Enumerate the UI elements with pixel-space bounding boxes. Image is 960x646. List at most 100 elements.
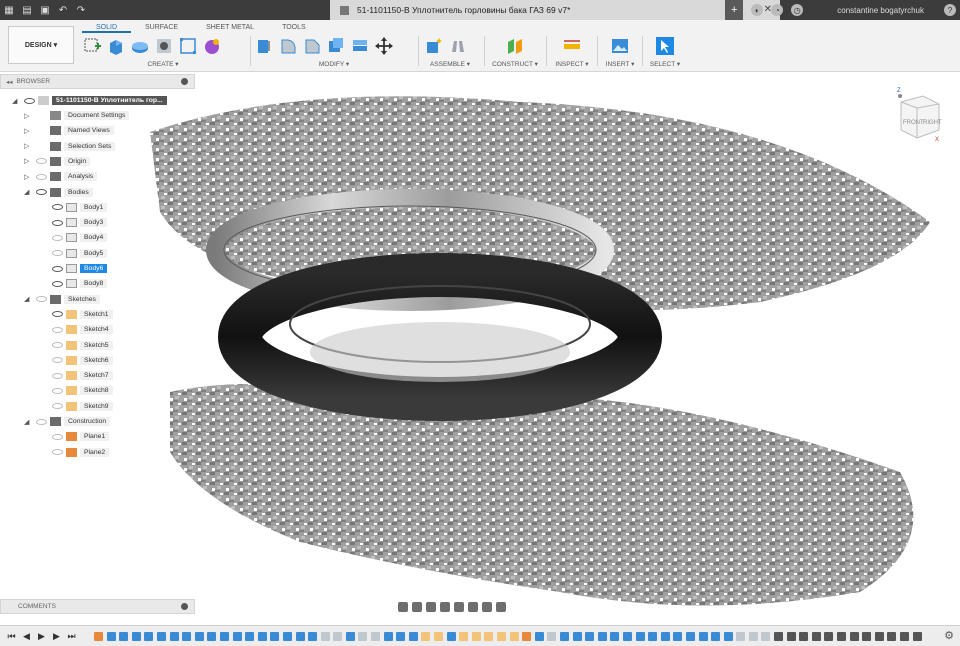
tree-item-label[interactable]: Sketch8 xyxy=(80,386,113,396)
expand-arrow-icon[interactable]: ◢ xyxy=(24,295,33,303)
inspect-label[interactable]: INSPECT ▾ xyxy=(552,60,592,68)
visibility-eye-icon[interactable] xyxy=(52,449,63,456)
timeline-feature-icon[interactable] xyxy=(497,632,506,641)
timeline-feature-icon[interactable] xyxy=(660,632,670,641)
tree-item-label[interactable]: Sketches xyxy=(64,294,100,304)
visibility-eye-icon[interactable] xyxy=(52,326,63,333)
look-at-icon[interactable] xyxy=(412,602,422,612)
comments-panel[interactable]: COMMENTS xyxy=(0,599,195,614)
joint-icon[interactable] xyxy=(448,36,468,56)
tree-item-label[interactable]: Body1 xyxy=(80,202,108,212)
go-to-end-icon[interactable]: ⏭ xyxy=(64,631,79,642)
expand-arrow-icon[interactable]: ▷ xyxy=(24,173,33,181)
timeline-feature-icon[interactable] xyxy=(648,632,658,641)
shell-icon[interactable] xyxy=(326,36,346,56)
timeline-feature-icon[interactable] xyxy=(408,632,418,641)
visibility-eye-icon[interactable] xyxy=(52,342,63,348)
timeline-feature-icon[interactable] xyxy=(182,632,192,641)
timeline-feature-icon[interactable] xyxy=(673,632,683,641)
timeline-feature-icon[interactable] xyxy=(799,632,809,641)
timeline-feature-icon[interactable] xyxy=(106,632,116,641)
timeline-feature-icon[interactable] xyxy=(610,632,620,641)
timeline-feature-icon[interactable] xyxy=(635,632,645,641)
tab-tools[interactable]: TOOLS xyxy=(268,22,320,33)
tree-item[interactable]: ▷ Named Views xyxy=(24,124,114,137)
insert-label[interactable]: INSERT ▾ xyxy=(602,60,638,68)
timeline-feature-icon[interactable] xyxy=(358,632,368,641)
timeline-feature-icon[interactable] xyxy=(459,632,469,641)
tree-item-label[interactable]: Sketch9 xyxy=(80,401,113,411)
expand-arrow-icon[interactable]: ◢ xyxy=(24,188,33,196)
tree-item[interactable]: Sketch4 xyxy=(40,323,113,336)
expand-arrow-icon[interactable]: ▷ xyxy=(24,142,33,150)
insert-image-icon[interactable] xyxy=(610,36,630,56)
timeline-settings-icon[interactable]: ⚙ xyxy=(944,629,954,642)
file-menu-icon[interactable]: ▤ xyxy=(18,1,36,19)
timeline-feature-icon[interactable] xyxy=(585,632,595,641)
step-forward-icon[interactable]: ▶ xyxy=(49,631,64,642)
tree-item-label[interactable]: Plane1 xyxy=(80,432,110,442)
visibility-eye-icon[interactable] xyxy=(52,280,63,287)
tree-item-label[interactable]: Plane2 xyxy=(80,447,110,457)
form-icon[interactable] xyxy=(202,36,222,56)
visibility-eye-icon[interactable] xyxy=(52,403,63,410)
tree-item-label[interactable]: Origin xyxy=(64,156,91,166)
timeline-feature-icon[interactable] xyxy=(169,632,179,641)
timeline-feature-icon[interactable] xyxy=(622,632,632,641)
visibility-eye-icon[interactable] xyxy=(52,357,63,364)
visibility-eye-icon[interactable] xyxy=(52,234,63,241)
timeline-feature-icon[interactable] xyxy=(711,632,721,641)
visibility-eye-icon[interactable] xyxy=(52,433,63,440)
tree-item[interactable]: Sketch5 xyxy=(40,339,113,352)
timeline-feature-icon[interactable] xyxy=(484,632,494,641)
tree-item[interactable]: Body5 xyxy=(40,247,108,260)
timeline-feature-icon[interactable] xyxy=(295,632,305,641)
tree-item[interactable]: Sketch1 xyxy=(40,308,113,321)
tab-sheet-metal[interactable]: SHEET METAL xyxy=(192,22,268,33)
timeline-feature-icon[interactable] xyxy=(434,632,444,641)
timeline-feature-icon[interactable] xyxy=(786,632,796,641)
timeline-feature-icon[interactable] xyxy=(522,632,532,641)
timeline-feature-icon[interactable] xyxy=(257,632,267,641)
expand-arrow-icon[interactable]: ▷ xyxy=(24,127,33,135)
timeline-feature-icon[interactable] xyxy=(811,632,821,641)
tree-item[interactable]: ◢ Construction xyxy=(24,415,111,428)
tree-item[interactable]: ▷ Document Settings xyxy=(24,109,130,122)
tree-item[interactable]: Plane1 xyxy=(40,430,110,443)
timeline-feature-icon[interactable] xyxy=(723,632,733,641)
timeline-feature-icon[interactable] xyxy=(509,632,519,641)
play-icon[interactable]: ▶ xyxy=(34,631,49,642)
pan-icon[interactable] xyxy=(426,602,436,612)
tree-item[interactable]: Sketch9 xyxy=(40,400,113,413)
tree-item[interactable]: Body6 xyxy=(40,262,108,275)
tree-item-label[interactable]: Body5 xyxy=(80,248,108,258)
visibility-eye-icon[interactable] xyxy=(36,418,47,425)
apps-grid-icon[interactable]: ▦ xyxy=(0,1,18,19)
timeline-feature-icon[interactable] xyxy=(144,632,154,641)
timeline-feature-icon[interactable] xyxy=(534,632,544,641)
timeline-feature-icon[interactable] xyxy=(471,632,481,641)
orbit-icon[interactable] xyxy=(398,602,408,612)
help-icon[interactable]: ? xyxy=(944,4,956,16)
go-to-start-icon[interactable]: ⏮ xyxy=(4,631,19,642)
timeline-feature-icon[interactable] xyxy=(761,632,771,641)
revolve-icon[interactable] xyxy=(130,36,150,56)
fillet-icon[interactable] xyxy=(278,36,298,56)
visibility-eye-icon[interactable] xyxy=(36,173,47,180)
tree-item-label[interactable]: Sketch6 xyxy=(80,355,113,365)
tree-item[interactable]: Plane2 xyxy=(40,446,110,459)
timeline-feature-icon[interactable] xyxy=(736,632,746,641)
tree-item[interactable]: ▷ Analysis xyxy=(24,170,98,183)
timeline-feature-icon[interactable] xyxy=(547,632,557,641)
visibility-eye-icon[interactable] xyxy=(36,189,47,195)
timeline-feature-icon[interactable] xyxy=(282,632,292,641)
timeline-feature-icon[interactable] xyxy=(862,632,872,641)
tree-item-label[interactable]: Sketch7 xyxy=(80,371,113,381)
tree-item-label[interactable]: Construction xyxy=(64,417,111,426)
timeline-feature-icon[interactable] xyxy=(421,632,431,641)
tab-solid[interactable]: SOLID xyxy=(82,22,132,33)
viewports-icon[interactable] xyxy=(496,602,506,612)
chamfer-icon[interactable] xyxy=(302,36,322,56)
new-tab-button[interactable]: + xyxy=(725,0,744,20)
timeline-feature-icon[interactable] xyxy=(748,632,758,641)
